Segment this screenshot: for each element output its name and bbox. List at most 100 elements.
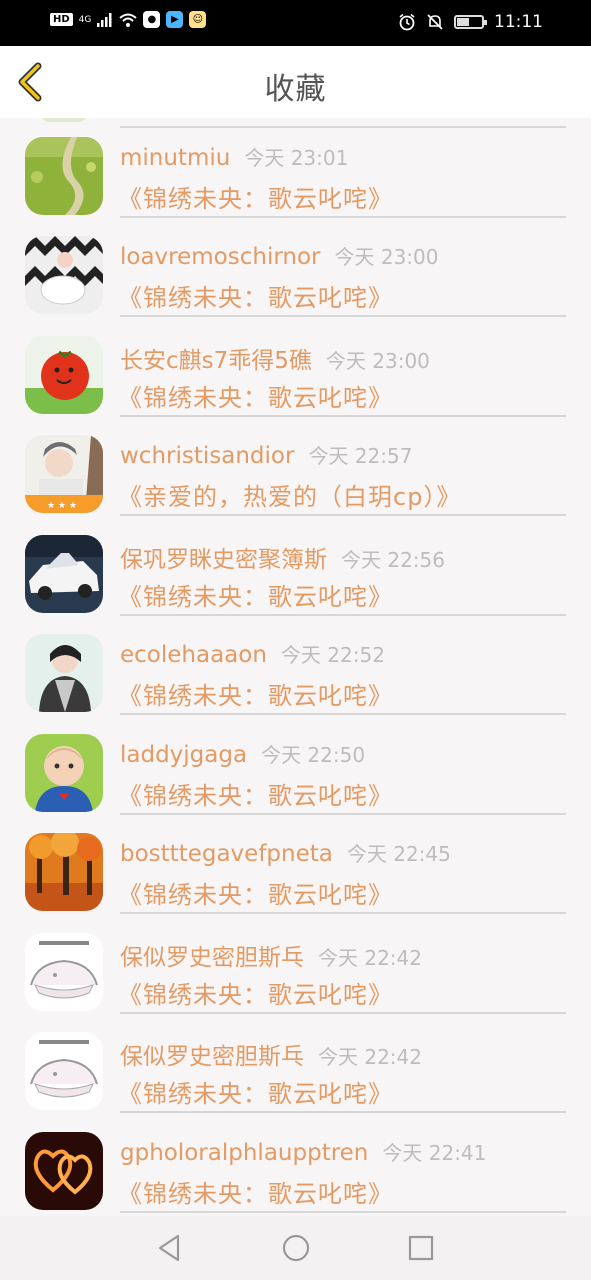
mute-bell-icon [427,14,443,30]
user-name: ecolehaaaon 今天 22:52 [120,639,385,668]
emoji-app-icon: ☺ [189,11,207,28]
status-bar: HD 4G ● ▶ ☺ 11:11 [0,0,591,46]
book-title[interactable]: 《锦绣未央：歌云叱咤》 [118,1074,393,1109]
avatar[interactable] [25,733,103,812]
favorites-list[interactable]: minutmiu 今天 23:01 《锦绣未央：歌云叱咤》 loavremoschir… [0,118,591,1216]
alarm-icon [399,13,415,31]
divider [120,215,566,218]
book-title[interactable]: 《锦绣未央：歌云叱咤》 [118,776,393,811]
user-name-text: wchristisandior [120,443,295,469]
user-name: bostttegavefpneta 今天 22:45 [120,838,451,867]
divider [120,414,566,417]
timestamp: 今天 22:56 [341,547,445,572]
status-right: 11:11 [398,12,543,32]
book-title[interactable]: 《亲爱的，热爱的（白玥cp）》 [118,477,461,512]
square-recent-icon [408,1235,434,1261]
network-type: 4G [78,14,92,25]
timestamp: 今天 22:41 [382,1140,487,1165]
list-item[interactable]: gpholoralphlaupptren 今天 22:41 《锦绣未央：歌云叱咤》 [0,1124,591,1217]
user-name-text: laddyjgaga [120,741,248,768]
battery-icon [454,15,487,29]
book-title[interactable]: 《锦绣未央：歌云叱咤》 [118,179,393,214]
list-item[interactable]: 保似罗史密胆斯乓 今天 22:42 《锦绣未央：歌云叱咤》 [0,1024,591,1124]
user-name: gpholoralphlaupptren 今天 22:41 [120,1137,486,1166]
timestamp: 今天 22:57 [308,444,413,468]
divider [120,1011,566,1014]
avatar[interactable] [25,236,103,314]
qq-icon: ● [143,11,161,28]
hd-badge: HD [50,13,73,26]
divider [120,613,566,616]
timestamp: 今天 22:50 [261,742,366,767]
list-item[interactable]: ecolehaaaon 今天 22:52 《锦绣未央：歌云叱咤》 [0,626,591,726]
user-name-text: 保似罗史密胆斯乓 [120,944,304,971]
user-name: 保似罗史密胆斯乓 今天 22:42 [120,938,422,972]
book-title[interactable]: 《锦绣未央：歌云叱咤》 [118,975,393,1010]
svg-text:★ ★ ★: ★ ★ ★ [47,501,77,511]
user-name: 保似罗史密胆斯乓 今天 22:42 [120,1037,422,1071]
nav-home-button[interactable] [280,1232,312,1264]
timestamp: 今天 22:42 [318,1045,422,1069]
clock: 11:11 [494,12,543,32]
list-item[interactable]: ★ ★ ★ wchristisandior 今天 22:57 《亲爱的，热爱的（白玥c… [0,427,591,527]
list-item-partial [0,118,591,128]
divider [120,812,566,815]
timestamp: 今天 22:52 [280,643,385,667]
user-name-text: 长安c麒s7乖得5礁 [120,347,312,374]
user-name-text: 保巩罗眯史密聚簿斯 [120,546,327,573]
list-item[interactable]: minutmiu 今天 23:01 《锦绣未央：歌云叱咤》 [0,129,591,229]
user-name: 保巩罗眯史密聚簿斯 今天 22:56 [120,540,445,574]
header: 收藏 [0,46,591,118]
avatar [40,118,88,122]
divider [120,1111,566,1113]
avatar[interactable] [25,932,103,1011]
list-item[interactable]: 保巩罗眯史密聚簿斯 今天 22:56 《锦绣未央：歌云叱咤》 [0,527,591,627]
divider [120,1210,566,1213]
timestamp: 今天 23:00 [325,348,430,373]
circle-home-icon [282,1234,310,1262]
list-item[interactable]: 长安c麒s7乖得5礁 今天 23:00 《锦绣未央：歌云叱咤》 [0,328,591,428]
avatar[interactable] [25,335,103,414]
list-item[interactable]: bostttegavefpneta 今天 22:45 《锦绣未央：歌云叱咤》 [0,825,591,925]
nav-back-button[interactable] [154,1232,186,1264]
divider [120,514,566,516]
user-name-text: 保似罗史密胆斯乓 [120,1044,304,1070]
user-name-text: gpholoralphlaupptren [120,1139,369,1166]
user-name: laddyjgaga 今天 22:50 [120,739,365,768]
avatar[interactable] [25,136,103,215]
avatar[interactable] [25,1131,103,1210]
signal-icon [97,12,112,27]
user-name-text: minutmiu [120,144,231,171]
divider [120,912,566,914]
avatar[interactable] [25,634,103,712]
timestamp: 今天 23:00 [334,245,439,269]
list-item[interactable]: loavremoschirnor 今天 23:00 《锦绣未央：歌云叱咤》 [0,228,591,328]
book-title[interactable]: 《锦绣未央：歌云叱咤》 [118,676,393,711]
book-title[interactable]: 《锦绣未央：歌云叱咤》 [118,875,393,910]
book-title[interactable]: 《锦绣未央：歌云叱咤》 [118,378,393,413]
divider [120,315,566,317]
nav-recent-button[interactable] [405,1232,437,1264]
avatar[interactable] [25,1032,103,1110]
avatar[interactable] [25,534,103,613]
system-nav-bar [0,1216,591,1280]
timestamp: 今天 22:42 [318,945,422,970]
avatar[interactable] [25,833,103,911]
user-name: loavremoschirnor 今天 23:00 [120,241,439,270]
status-left: HD 4G ● ▶ ☺ [50,11,207,28]
divider [120,713,566,715]
book-title[interactable]: 《锦绣未央：歌云叱咤》 [118,1174,393,1209]
page-title: 收藏 [264,72,327,107]
book-title[interactable]: 《锦绣未央：歌云叱咤》 [118,278,393,313]
list-item[interactable]: 保似罗史密胆斯乓 今天 22:42 《锦绣未央：歌云叱咤》 [0,925,591,1025]
triangle-back-icon [158,1234,180,1262]
video-app-icon: ▶ [166,11,184,28]
list-item[interactable]: laddyjgaga 今天 22:50 《锦绣未央：歌云叱咤》 [0,726,591,826]
timestamp: 今天 23:01 [244,145,349,170]
user-name: 长安c麒s7乖得5礁 今天 23:00 [120,341,430,375]
user-name: minutmiu 今天 23:01 [120,142,348,171]
user-name: wchristisandior 今天 22:57 [120,440,412,469]
book-title[interactable]: 《锦绣未央：歌云叱咤》 [118,577,393,612]
timestamp: 今天 22:45 [346,842,451,866]
avatar[interactable]: ★ ★ ★ [25,435,103,513]
